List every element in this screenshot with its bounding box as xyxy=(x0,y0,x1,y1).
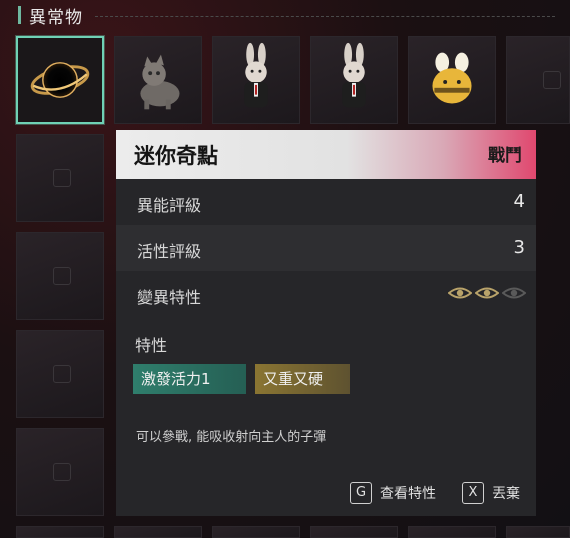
key-hint-x: X xyxy=(462,482,484,504)
cat-icon xyxy=(140,54,180,110)
section-title: 異常物 xyxy=(29,7,83,28)
eye-icon-active xyxy=(475,287,499,299)
stat-label: 異能評級 xyxy=(137,196,202,215)
inventory-slot-empty[interactable] xyxy=(114,526,202,538)
inventory-slot-empty[interactable] xyxy=(506,36,570,124)
stat-row-activity-rating: 活性評級 3 xyxy=(116,225,536,271)
rabbit-icon xyxy=(342,42,366,108)
rabbit-icon xyxy=(244,42,268,108)
slot-placeholder-icon xyxy=(53,365,71,383)
mini-singularity-icon xyxy=(30,62,90,98)
trait-chip-heavy-hard[interactable]: 又重又硬 xyxy=(255,364,350,394)
inventory-slot-rabbit-1[interactable] xyxy=(212,36,300,124)
slot-placeholder-icon xyxy=(53,169,71,187)
section-header: 異常物 xyxy=(18,2,83,28)
view-traits-button[interactable]: G 查看特性 xyxy=(350,482,436,504)
eye-icon-inactive xyxy=(502,287,526,299)
inventory-slot-empty[interactable] xyxy=(408,526,496,538)
item-name: 迷你奇點 xyxy=(134,144,218,168)
inventory-slot-empty[interactable] xyxy=(16,330,104,418)
trait-chip-invigorate[interactable]: 激發活力1 xyxy=(133,364,246,394)
item-type-tag: 戰鬥 xyxy=(488,146,522,166)
mutation-level-indicator xyxy=(448,285,526,301)
action-label: 查看特性 xyxy=(380,486,436,502)
header-divider xyxy=(95,16,555,17)
inventory-slot-empty[interactable] xyxy=(16,428,104,516)
header-accent-bar xyxy=(18,6,21,24)
inventory-slot-empty[interactable] xyxy=(310,526,398,538)
inventory-slot-rabbit-2[interactable] xyxy=(310,36,398,124)
item-description: 可以參戰, 能吸收射向主人的子彈 xyxy=(136,430,327,445)
inventory-slot-empty[interactable] xyxy=(212,526,300,538)
inventory-slot-bee-plush[interactable] xyxy=(408,36,496,124)
discard-button[interactable]: X 丟棄 xyxy=(462,482,520,504)
stat-label: 活性評級 xyxy=(137,242,202,261)
stat-label: 變異特性 xyxy=(137,288,202,307)
slot-placeholder-icon xyxy=(53,463,71,481)
action-bar: G 查看特性 X 丟棄 xyxy=(350,482,520,504)
stat-row-ability-rating: 異能評級 4 xyxy=(116,179,536,225)
inventory-slot-empty[interactable] xyxy=(506,526,570,538)
stat-row-mutation-traits: 變異特性 xyxy=(116,271,536,317)
action-label: 丟棄 xyxy=(492,486,520,502)
inventory-slot-empty[interactable] xyxy=(16,134,104,222)
key-hint-g: G xyxy=(350,482,372,504)
bee-plush-icon xyxy=(432,52,472,104)
eye-icon-active xyxy=(448,287,472,299)
traits-heading: 特性 xyxy=(135,336,168,355)
slot-placeholder-icon xyxy=(53,267,71,285)
stat-value: 4 xyxy=(513,191,525,212)
slot-placeholder-icon xyxy=(543,71,561,89)
item-detail-header: 迷你奇點 戰鬥 xyxy=(116,130,536,179)
inventory-slot-empty[interactable] xyxy=(16,232,104,320)
stat-value: 3 xyxy=(513,237,525,258)
inventory-slot-cat[interactable] xyxy=(114,36,202,124)
inventory-slot-empty[interactable] xyxy=(16,526,104,538)
item-detail-panel: 迷你奇點 戰鬥 異能評級 4 活性評級 3 變異特性 特性 激發活力1 又重又硬… xyxy=(116,130,536,516)
inventory-slot-mini-singularity[interactable] xyxy=(16,36,104,124)
